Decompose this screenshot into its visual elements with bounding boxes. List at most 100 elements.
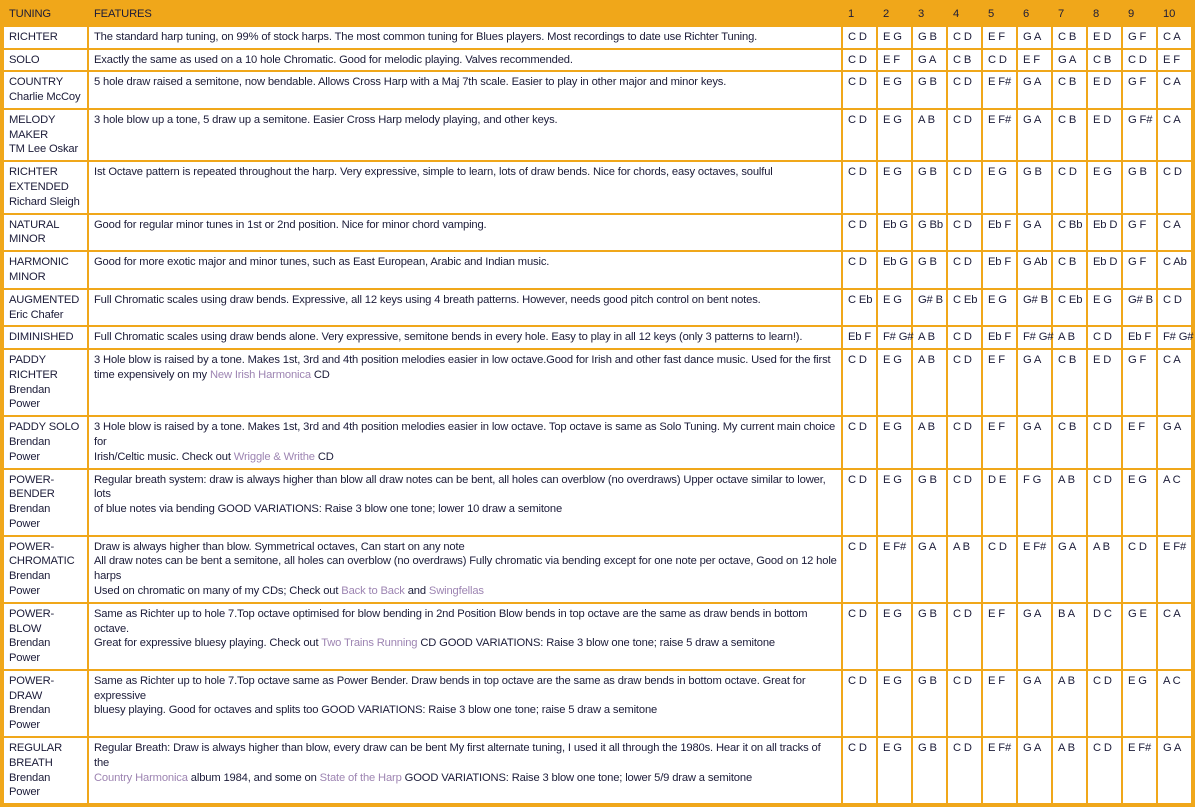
note-cell-hole-2: E G <box>878 162 911 213</box>
note-cell-hole-4: A B <box>948 536 981 602</box>
tuning-name-cell: RICHTER EXTENDED Richard Sleigh <box>4 162 87 213</box>
note-cell-hole-9: E F# <box>1123 738 1156 804</box>
note-cell-hole-3: G A <box>913 49 946 71</box>
note-cell-hole-5: Eb F <box>983 214 1016 251</box>
note-cell-hole-8: D C <box>1088 603 1121 669</box>
tuning-name-cell: PADDY SOLO Brendan Power <box>4 417 87 468</box>
features-cell: Good for regular minor tunes in 1st or 2… <box>89 214 841 251</box>
features-line: 3 Hole blow is raised by a tone. Makes 1… <box>94 353 837 368</box>
tuning-name-line: Eric Chafer <box>9 308 64 321</box>
features-line: The standard harp tuning, on 99% of stoc… <box>94 30 837 45</box>
header-hole-6: 6 <box>1018 4 1051 25</box>
note-cell-hole-9: G F <box>1123 26 1156 48</box>
features-text: The standard harp tuning, on 99% of stoc… <box>94 30 758 43</box>
note-cell-hole-9: Eb F <box>1123 327 1156 349</box>
tuning-name-line: Richard Sleigh <box>9 195 80 208</box>
note-cell-hole-3: G B <box>913 603 946 669</box>
tuning-name-cell: POWER-BLOW Brendan Power <box>4 603 87 669</box>
features-line: Full Chromatic scales using draw bends a… <box>94 330 837 345</box>
tuning-name-line: Brendan Power <box>9 435 51 463</box>
note-cell-hole-1: C D <box>843 350 876 416</box>
note-cell-hole-7: G A <box>1053 536 1086 602</box>
tuning-name-line: NATURAL <box>9 218 60 231</box>
table-row: PADDY SOLO Brendan Power 3 Hole blow is ra… <box>4 417 1191 468</box>
note-cell-hole-6: G Ab <box>1018 252 1051 288</box>
note-cell-hole-4: C D <box>948 252 981 288</box>
features-line: Full Chromatic scales using draw bends. … <box>94 293 837 308</box>
header-hole-4: 4 <box>948 4 981 25</box>
note-cell-hole-6: G A <box>1018 670 1051 737</box>
note-cell-hole-3: G A <box>913 536 946 602</box>
features-line: Good for regular minor tunes in 1st or 2… <box>94 218 837 233</box>
note-cell-hole-9: G E <box>1123 603 1156 669</box>
note-cell-hole-7: C B <box>1053 72 1086 108</box>
features-text: harps <box>94 570 122 583</box>
tuning-name-line: AUGMENTED <box>9 293 80 306</box>
features-link[interactable]: Country Harmonica <box>94 772 188 784</box>
features-cell: Regular breath system: draw is always hi… <box>89 469 841 535</box>
header-tuning: TUNING <box>4 4 87 25</box>
tuning-name-cell: POWER- BENDER Brendan Power <box>4 469 87 535</box>
features-text: Same as Richter up to hole 7.Top octave … <box>94 674 806 702</box>
note-cell-hole-3: G B <box>913 252 946 288</box>
note-cell-hole-9: G F <box>1123 72 1156 108</box>
note-cell-hole-2: E G <box>878 738 911 804</box>
features-text: Good for more exotic major and minor tun… <box>94 256 550 269</box>
note-cell-hole-5: Eb F <box>983 327 1016 349</box>
note-cell-hole-4: C D <box>948 670 981 737</box>
features-link[interactable]: Swingfellas <box>429 585 484 597</box>
features-link[interactable]: Back to Back <box>341 585 405 597</box>
note-cell-hole-6: G A <box>1018 603 1051 669</box>
note-cell-hole-6: E F# <box>1018 536 1051 602</box>
note-cell-hole-1: Eb F <box>843 327 876 349</box>
header-hole-9: 9 <box>1123 4 1156 25</box>
table-row: NATURAL MINOR Good for regular minor tunes… <box>4 214 1191 251</box>
tuning-name-line: POWER-DRAW <box>9 674 55 702</box>
note-cell-hole-5: E F <box>983 350 1016 416</box>
features-line: 3 hole blow up a tone, 5 draw up a semit… <box>94 113 837 128</box>
features-link[interactable]: New Irish Harmonica <box>210 369 311 381</box>
tuning-name-cell: POWER-DRAW Brendan Power <box>4 670 87 737</box>
features-text: Same as Richter up to hole 7.Top octave … <box>94 607 808 635</box>
note-cell-hole-8: C D <box>1088 417 1121 468</box>
note-cell-hole-8: E D <box>1088 72 1121 108</box>
features-cell: Same as Richter up to hole 7.Top octave … <box>89 670 841 737</box>
features-link[interactable]: State of the Harp <box>320 772 402 784</box>
note-cell-hole-1: C D <box>843 109 876 161</box>
note-cell-hole-1: C D <box>843 252 876 288</box>
header-hole-7: 7 <box>1053 4 1086 25</box>
note-cell-hole-2: E G <box>878 350 911 416</box>
note-cell-hole-4: C D <box>948 162 981 213</box>
tuning-name-line: Brendan Power <box>9 771 51 799</box>
note-cell-hole-8: C D <box>1088 670 1121 737</box>
features-text: GOOD VARIATIONS: Raise 3 blow one tone; … <box>401 771 753 784</box>
features-link[interactable]: Wriggle & Writhe <box>234 451 315 463</box>
note-cell-hole-8: C D <box>1088 327 1121 349</box>
tuning-name-line: EXTENDED <box>9 181 69 194</box>
note-cell-hole-10: G A <box>1158 738 1191 804</box>
note-cell-hole-6: G A <box>1018 109 1051 161</box>
note-cell-hole-6: G A <box>1018 26 1051 48</box>
tuning-name-line: BREATH <box>9 756 53 769</box>
note-cell-hole-8: C B <box>1088 49 1121 71</box>
note-cell-hole-7: C Eb <box>1053 289 1086 326</box>
tuning-name-cell: DIMINISHED <box>4 327 87 349</box>
note-cell-hole-5: C D <box>983 49 1016 71</box>
note-cell-hole-1: C D <box>843 738 876 804</box>
note-cell-hole-1: C D <box>843 603 876 669</box>
note-cell-hole-4: C D <box>948 72 981 108</box>
note-cell-hole-10: A C <box>1158 469 1191 535</box>
note-cell-hole-5: E F <box>983 417 1016 468</box>
features-line: Irish/Celtic music. Check out Wriggle & … <box>94 450 837 465</box>
note-cell-hole-9: G# B <box>1123 289 1156 326</box>
features-line: All draw notes can be bent a semitone, a… <box>94 554 837 569</box>
tuning-name-line: PADDY SOLO <box>9 421 80 434</box>
note-cell-hole-10: C A <box>1158 26 1191 48</box>
features-text: Exactly the same as used on a 10 hole Ch… <box>94 53 573 66</box>
features-text: CD GOOD VARIATIONS: Raise 3 blow one ton… <box>417 637 775 650</box>
header-hole-3: 3 <box>913 4 946 25</box>
table-row: POWER-DRAW Brendan Power Same as Richter u… <box>4 670 1191 737</box>
note-cell-hole-6: G A <box>1018 350 1051 416</box>
features-link[interactable]: Two Trains Running <box>321 637 417 649</box>
features-line: Exactly the same as used on a 10 hole Ch… <box>94 53 837 68</box>
